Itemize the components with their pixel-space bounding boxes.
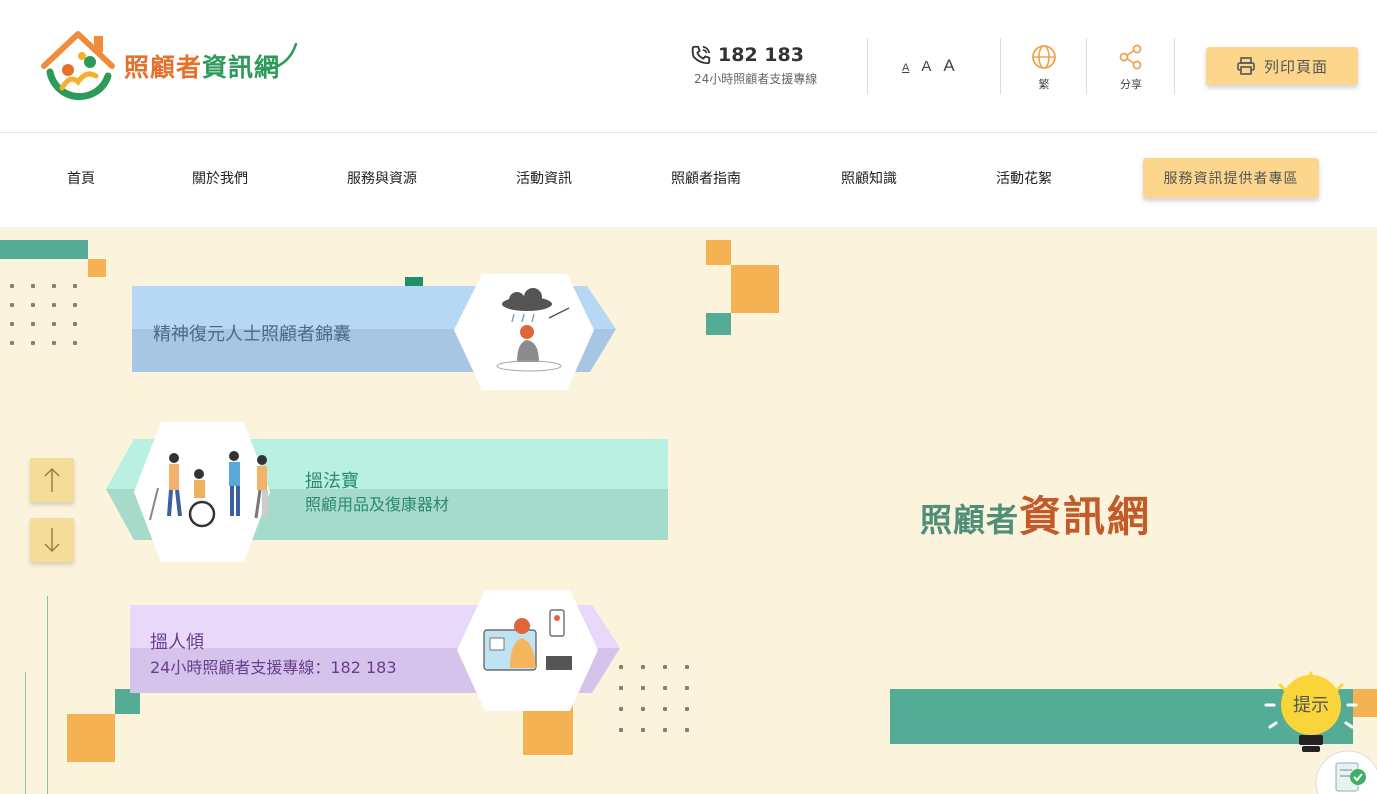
person-under-rain-cloud-illustration <box>496 288 570 372</box>
card-subtitle: 24小時照顧者支援專線：182 183 <box>150 658 397 677</box>
hotline[interactable]: 182 183 24小時照顧者支援專線 <box>690 44 840 87</box>
site-header: 照顧者資訊網 182 183 24小時照顧者支援專線 A A A 繁 分享 列印… <box>0 0 1377 133</box>
font-size-small-button[interactable]: A <box>902 62 909 74</box>
decor-line <box>47 596 48 794</box>
divider <box>1000 38 1001 94</box>
hero-section: 精神復元人士照顧者錦囊 搵法寶 照顧用品及復康器材 搵人傾 24小時照顧者支援專… <box>0 227 1377 794</box>
checklist-icon[interactable] <box>1314 747 1377 794</box>
card-title: 精神復元人士照顧者錦囊 <box>153 324 351 345</box>
woman-on-phone-illustration <box>483 609 572 671</box>
hero-brand-part2: 資訊網 <box>1019 492 1152 541</box>
arrow-up-icon <box>44 468 60 492</box>
nav-item-knowledge[interactable]: 照顧知識 <box>841 168 897 188</box>
rehab-equipment-people-illustration <box>149 451 268 528</box>
arrow-down-icon <box>44 528 60 552</box>
nav-item-guide[interactable]: 照顧者指南 <box>671 168 741 188</box>
divider <box>1174 38 1175 94</box>
logo-swoosh-icon <box>260 42 298 72</box>
share-button[interactable]: 分享 <box>1106 44 1156 92</box>
logo-text: 照顧者資訊網 <box>124 48 280 84</box>
decor-block <box>0 240 88 259</box>
hotline-caption: 24小時照顧者支援專線 <box>694 72 818 86</box>
scroll-up-button[interactable] <box>30 458 74 502</box>
card-title: 搵人傾 <box>150 632 204 653</box>
decor-block <box>706 240 731 265</box>
decor-block <box>88 259 106 277</box>
decor-dots <box>10 284 77 345</box>
card-equipment-finder[interactable]: 搵法寶 照顧用品及復康器材 <box>106 422 671 562</box>
print-page-button[interactable]: 列印頁面 <box>1206 47 1358 85</box>
font-size-large-button[interactable]: A <box>943 56 954 76</box>
decor-block <box>706 313 731 335</box>
share-label: 分享 <box>1120 78 1142 91</box>
printer-icon <box>1237 57 1255 75</box>
logo-house-icon <box>41 31 115 101</box>
nav-item-events[interactable]: 活動資訊 <box>516 168 572 188</box>
hint-label: 提示 <box>1293 695 1329 716</box>
logo-text-part1: 照顧者 <box>124 53 203 82</box>
print-page-label: 列印頁面 <box>1263 57 1328 76</box>
decor-line <box>25 672 26 794</box>
font-size-switcher: A A A <box>902 56 955 76</box>
decor-block <box>67 714 115 762</box>
nav-item-home[interactable]: 首頁 <box>67 168 95 188</box>
globe-icon <box>1032 45 1056 69</box>
provider-zone-button[interactable]: 服務資訊提供者專區 <box>1143 158 1319 198</box>
card-talk-to-someone[interactable]: 搵人傾 24小時照顧者支援專線：182 183 <box>130 590 630 714</box>
nav-item-services[interactable]: 服務與資源 <box>347 168 417 188</box>
card-subtitle: 照顧用品及復康器材 <box>305 495 450 514</box>
card-title: 搵法寶 <box>305 471 359 492</box>
language-button[interactable]: 繁 <box>1019 44 1069 92</box>
nav-item-gallery[interactable]: 活動花絮 <box>996 168 1052 188</box>
divider <box>867 38 868 94</box>
decor-block <box>731 265 779 313</box>
site-logo[interactable]: 照顧者資訊網 <box>38 26 308 108</box>
hotline-number: 182 183 <box>718 44 804 66</box>
hero-brand-part1: 照顧者 <box>920 501 1020 539</box>
hero-brand-title: 照顧者資訊網 <box>920 483 1151 544</box>
main-nav: 首頁 關於我們 服務與資源 活動資訊 照顧者指南 照顧知識 活動花絮 服務資訊提… <box>0 134 1377 227</box>
scroll-down-button[interactable] <box>30 518 74 562</box>
language-label: 繁 <box>1038 78 1050 91</box>
font-size-medium-button[interactable]: A <box>921 58 931 75</box>
phone-icon <box>691 45 711 65</box>
share-icon <box>1119 44 1142 70</box>
nav-item-about[interactable]: 關於我們 <box>192 168 248 188</box>
divider <box>1086 38 1087 94</box>
card-mental-health-guide[interactable]: 精神復元人士照顧者錦囊 <box>132 274 622 392</box>
